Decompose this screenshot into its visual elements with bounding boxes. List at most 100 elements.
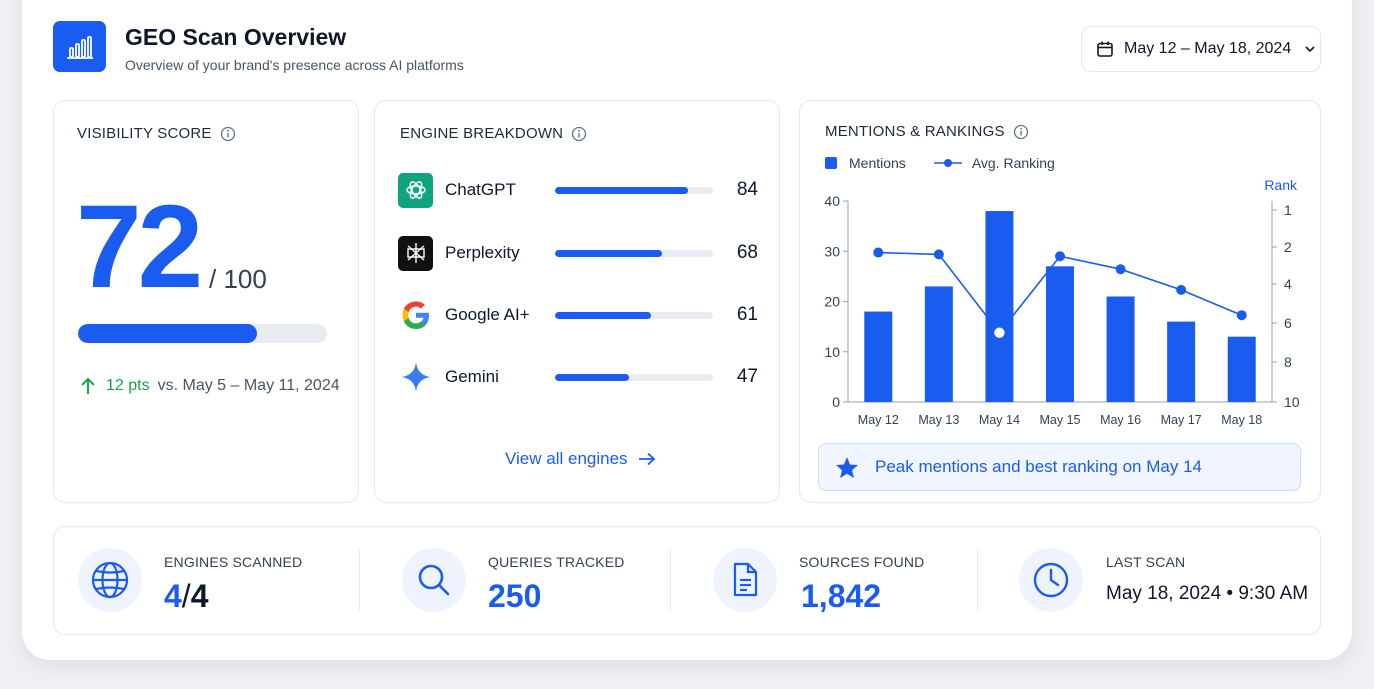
y2-axis-title: Rank [1264,177,1298,193]
visibility-score-bar [78,324,327,343]
engines-total-count: 4 [190,578,209,614]
y2-tick-label: 6 [1284,315,1292,331]
view-all-engines-label: View all engines [505,449,628,468]
ranking-point [1055,251,1065,262]
engine-score-bar [555,373,713,381]
visibility-score-bar-fill [78,324,258,343]
legend-mentions-label: Mentions [849,155,906,171]
engines-scanned-count: 4 [164,578,182,614]
info-icon[interactable] [1013,124,1029,140]
star-icon [835,456,859,479]
mentions-rankings-chart: 0 10 20 30 40 1 2 4 6 8 10 Rank May 12 May 13 May 14 Ma… [824,177,1300,427]
visibility-delta: 12 pts vs. May 5 – May 11, 2024 [79,376,340,396]
date-range-label: May 12 – May 18, 2024 [1124,40,1292,57]
y-tick-label: 30 [824,243,840,259]
y-tick-label: 20 [824,294,840,310]
y2-tick-label: 10 [1284,394,1300,410]
engine-score: 68 [736,242,758,263]
stat-value: 4/4 [164,578,208,615]
x-tick-label: May 16 [1100,413,1141,427]
mentions-bar [1046,266,1074,402]
ranking-point [873,247,884,258]
stat-engines-scanned: ENGINES SCANNED 4/4 [78,547,302,614]
engine-score: 47 [736,366,758,387]
engine-score-bar-fill [555,186,688,194]
engine-row-google-ai[interactable]: Google AI+ 61 [398,297,758,333]
mentions-bar [1227,336,1256,402]
stat-value: May 18, 2024 • 9:30 AM [1106,583,1308,605]
view-all-engines-link[interactable]: View all engines [505,449,656,469]
x-tick-label: May 14 [979,413,1020,427]
x-tick-label: May 12 [858,413,899,427]
app-logo-icon [53,21,106,72]
last-scan-date: May 18, 2024 [1106,583,1222,604]
peak-insight-text: Peak mentions and best ranking on May 14 [875,457,1202,476]
gemini-icon [398,360,433,395]
engine-name: Google AI+ [445,305,530,324]
engine-name: Gemini [445,367,499,386]
engine-score-bar [555,186,713,194]
engine-breakdown-title-text: ENGINE BREAKDOWN [400,125,564,142]
calendar-icon [1096,40,1114,58]
ranking-point [1236,310,1247,321]
bullet-separator: • [1226,583,1234,604]
stat-value: 1,842 [801,578,882,614]
x-tick-label: May 17 [1161,413,1202,427]
y-tick-label: 10 [824,344,840,360]
x-tick-label: May 13 [918,413,959,427]
document-icon [713,548,777,612]
stat-divider [670,549,671,611]
engine-score-bar [555,311,713,319]
stat-label: QUERIES TRACKED [488,554,625,570]
perplexity-icon [398,235,433,271]
ranking-point [933,249,944,260]
visibility-score-value: 72 [76,181,203,313]
page-subtitle: Overview of your brand's presence across… [125,57,464,73]
search-icon [402,548,466,612]
last-scan-time: 9:30 AM [1238,583,1309,604]
stat-label: SOURCES FOUND [799,554,925,570]
stat-last-scan: LAST SCAN May 18, 2024 • 9:30 AM [1019,547,1308,613]
y-tick-label: 0 [832,394,840,410]
engine-score-bar-fill [555,373,630,381]
stat-queries-tracked: QUERIES TRACKED 250 [402,547,624,614]
engine-row-perplexity[interactable]: Perplexity 68 [398,235,758,271]
clock-icon [1019,548,1083,612]
engine-score: 84 [736,179,758,200]
ranking-point [1176,284,1187,295]
legend-mentions-swatch [825,157,837,169]
info-icon[interactable] [220,126,236,142]
y2-tick-label: 1 [1284,202,1292,218]
chart-legend: Mentions Avg. Ranking [825,155,1055,171]
engine-row-gemini[interactable]: Gemini 47 [398,359,758,395]
legend-ranking-label: Avg. Ranking [971,155,1055,171]
globe-icon [78,548,142,612]
x-tick-label: May 15 [1040,413,1081,427]
page-title: GEO Scan Overview [125,24,347,50]
y2-tick-label: 2 [1284,239,1292,255]
chevron-down-icon [1303,42,1317,56]
engine-score: 61 [736,304,758,325]
y-tick-label: 40 [824,193,840,209]
mentions-rankings-title-text: MENTIONS & RANKINGS [825,123,1005,140]
legend-ranking-swatch [933,158,962,168]
engine-row-chatgpt[interactable]: ChatGPT 84 [398,172,758,208]
engine-score-bar-fill [555,249,663,257]
mentions-bar [1167,321,1196,402]
stat-divider [977,549,978,611]
delta-points: 12 pts [106,377,150,394]
stat-sources-found: SOURCES FOUND 1,842 [713,547,924,614]
x-tick-label: May 18 [1221,413,1262,427]
stat-label: LAST SCAN [1106,554,1186,570]
mentions-bar [1106,296,1135,402]
stat-value: 250 [488,578,542,614]
delta-compare-period: vs. May 5 – May 11, 2024 [157,377,340,394]
info-icon[interactable] [571,126,587,142]
visibility-score-title-text: VISIBILITY SCORE [77,125,212,142]
arrow-right-icon [638,452,656,466]
google-icon [398,298,433,333]
stat-label: ENGINES SCANNED [164,554,303,570]
stat-divider [359,549,360,611]
date-range-picker[interactable]: May 12 – May 18, 2024 [1081,26,1321,72]
visibility-score-title: VISIBILITY SCORE [77,125,236,142]
